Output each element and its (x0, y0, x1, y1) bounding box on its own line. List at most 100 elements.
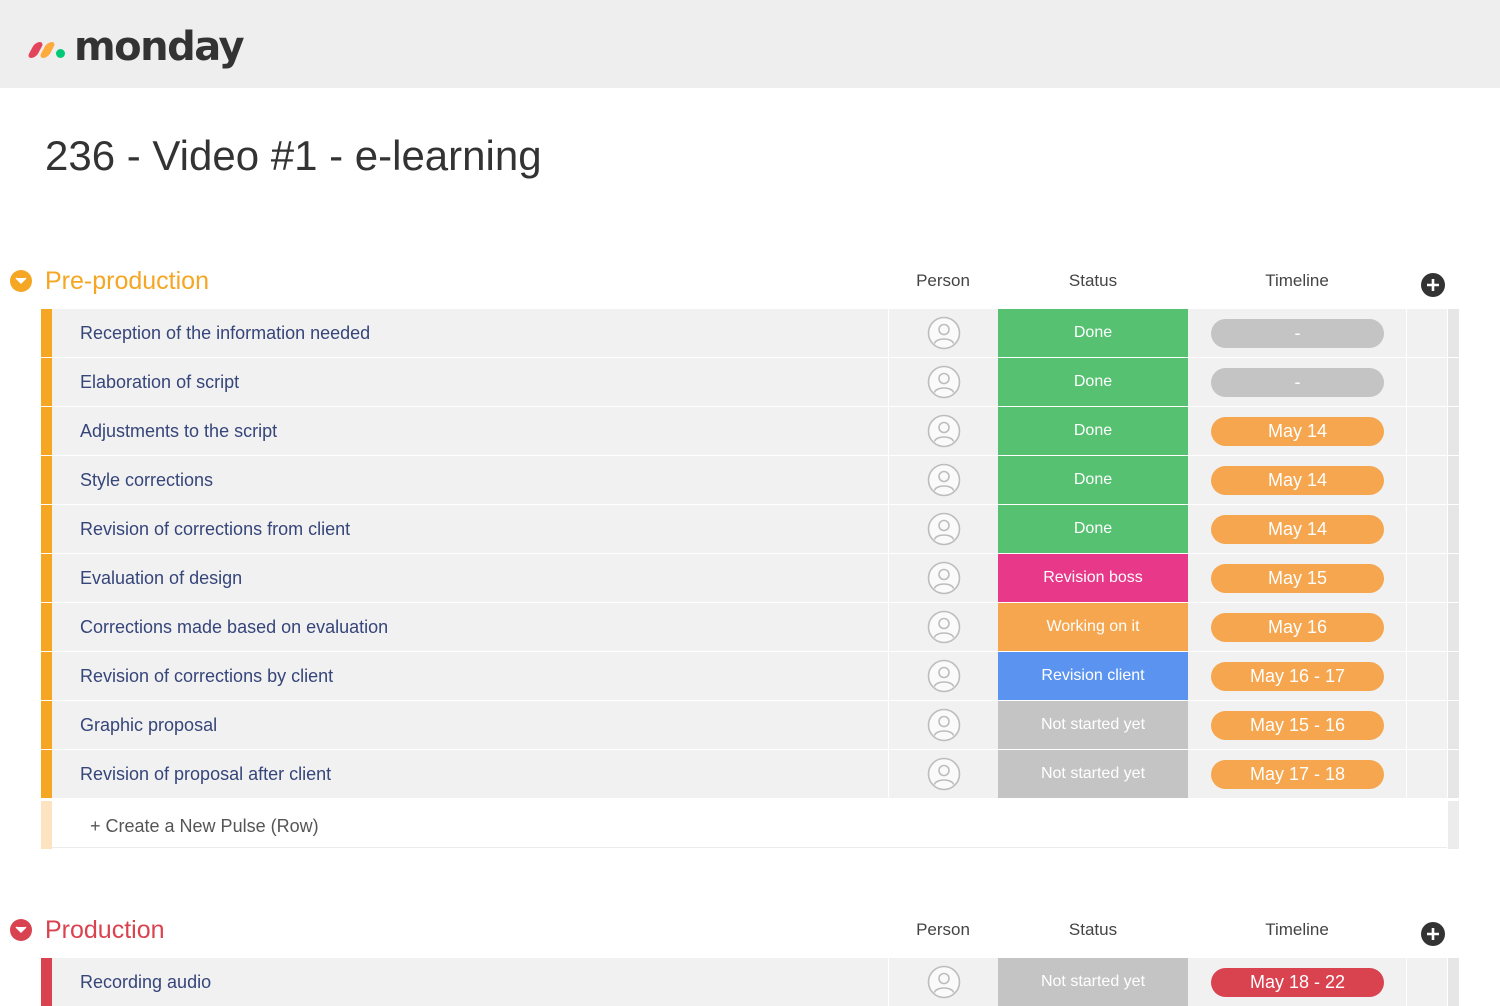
person-cell[interactable] (889, 407, 998, 455)
scrollbar-track[interactable] (1448, 358, 1459, 406)
timeline-pill[interactable]: May 18 - 22 (1211, 968, 1384, 997)
timeline-cell[interactable]: May 17 - 18 (1188, 750, 1406, 798)
timeline-pill[interactable]: May 16 - 17 (1211, 662, 1384, 691)
column-header-person[interactable]: Person (888, 919, 998, 941)
person-cell[interactable] (889, 603, 998, 651)
table-row[interactable]: Graphic proposal Not started yet May 15 - … (41, 701, 1459, 749)
pulse-name-cell[interactable]: Revision of proposal after client (52, 750, 888, 798)
status-label[interactable]: Revision boss (998, 554, 1188, 602)
timeline-cell[interactable]: - (1188, 309, 1406, 357)
pulse-name-cell[interactable]: Adjustments to the script (52, 407, 888, 455)
group-title[interactable]: Pre-production (45, 266, 209, 296)
table-row[interactable]: Evaluation of design Revision boss May 15 (41, 554, 1459, 602)
empty-cell (1407, 750, 1447, 798)
pulse-name-cell[interactable]: Graphic proposal (52, 701, 888, 749)
pulse-name-cell[interactable]: Recording audio (52, 958, 888, 1006)
timeline-cell[interactable]: May 18 - 22 (1188, 958, 1406, 1006)
pulse-name-cell[interactable]: Corrections made based on evaluation (52, 603, 888, 651)
scrollbar-track[interactable] (1448, 554, 1459, 602)
person-cell[interactable] (889, 309, 998, 357)
scrollbar-track[interactable] (1448, 309, 1459, 357)
collapse-group-icon[interactable] (10, 919, 32, 941)
timeline-pill[interactable]: May 14 (1211, 515, 1384, 544)
person-avatar-icon (927, 316, 960, 350)
person-avatar-icon (927, 463, 960, 497)
timeline-cell[interactable]: May 14 (1188, 505, 1406, 553)
person-cell[interactable] (889, 652, 998, 700)
column-header-person[interactable]: Person (888, 270, 998, 292)
pulse-name-cell[interactable]: Revision of corrections by client (52, 652, 888, 700)
column-header-timeline[interactable]: Timeline (1188, 919, 1406, 941)
pulse-name-cell[interactable]: Revision of corrections from client (52, 505, 888, 553)
timeline-cell[interactable]: May 14 (1188, 407, 1406, 455)
create-new-pulse-row[interactable]: + Create a New Pulse (Row) (41, 801, 1459, 849)
status-label[interactable]: Done (998, 505, 1188, 553)
scrollbar-track[interactable] (1448, 603, 1459, 651)
person-cell[interactable] (889, 554, 998, 602)
status-label[interactable]: Not started yet (998, 958, 1188, 1006)
timeline-cell[interactable]: May 16 (1188, 603, 1406, 651)
scrollbar-track[interactable] (1448, 407, 1459, 455)
timeline-pill[interactable]: May 17 - 18 (1211, 760, 1384, 789)
pulse-name-cell[interactable]: Style corrections (52, 456, 888, 504)
person-cell[interactable] (889, 701, 998, 749)
scrollbar-track[interactable] (1448, 505, 1459, 553)
status-label[interactable]: Working on it (998, 603, 1188, 651)
timeline-cell[interactable]: - (1188, 358, 1406, 406)
add-column-icon[interactable] (1421, 273, 1445, 297)
scrollbar-track[interactable] (1448, 456, 1459, 504)
person-cell[interactable] (889, 358, 998, 406)
pulse-name-cell[interactable]: Elaboration of script (52, 358, 888, 406)
timeline-pill[interactable]: - (1211, 319, 1384, 348)
collapse-group-icon[interactable] (10, 270, 32, 292)
table-row[interactable]: Revision of corrections from client Done M… (41, 505, 1459, 553)
status-label[interactable]: Done (998, 358, 1188, 406)
empty-cell (1407, 358, 1447, 406)
column-header-status[interactable]: Status (998, 919, 1188, 941)
status-label[interactable]: Done (998, 407, 1188, 455)
group-color-bar (41, 958, 52, 1006)
pulse-name-cell[interactable]: Reception of the information needed (52, 309, 888, 357)
empty-cell (1407, 309, 1447, 357)
add-column-icon[interactable] (1421, 922, 1445, 946)
table-row[interactable]: Elaboration of script Done - (41, 358, 1459, 406)
timeline-pill[interactable]: May 14 (1211, 417, 1384, 446)
person-cell[interactable] (889, 958, 998, 1006)
table-row[interactable]: Revision of proposal after client Not sta… (41, 750, 1459, 798)
status-label[interactable]: Not started yet (998, 701, 1188, 749)
scrollbar-track[interactable] (1448, 701, 1459, 749)
person-cell[interactable] (889, 750, 998, 798)
status-label[interactable]: Done (998, 309, 1188, 357)
table-row[interactable]: Style corrections Done May 14 (41, 456, 1459, 504)
status-label[interactable]: Not started yet (998, 750, 1188, 798)
person-cell[interactable] (889, 505, 998, 553)
board-title[interactable]: 236 - Video #1 - e-learning (45, 132, 542, 180)
table-row[interactable]: Reception of the information needed Done - (41, 309, 1459, 357)
timeline-pill[interactable]: - (1211, 368, 1384, 397)
table-row[interactable]: Recording audio Not started yet May 18 - 2… (41, 958, 1459, 1006)
table-row[interactable]: Adjustments to the script Done May 14 (41, 407, 1459, 455)
timeline-cell[interactable]: May 15 (1188, 554, 1406, 602)
status-label[interactable]: Done (998, 456, 1188, 504)
column-header-status[interactable]: Status (998, 270, 1188, 292)
scrollbar-track[interactable] (1448, 652, 1459, 700)
scrollbar-track[interactable] (1448, 958, 1459, 1006)
timeline-cell[interactable]: May 14 (1188, 456, 1406, 504)
table-row[interactable]: Corrections made based on evaluation Work… (41, 603, 1459, 651)
timeline-pill[interactable]: May 15 (1211, 564, 1384, 593)
timeline-cell[interactable]: May 15 - 16 (1188, 701, 1406, 749)
pulse-name-cell[interactable]: Evaluation of design (52, 554, 888, 602)
scrollbar-track[interactable] (1448, 750, 1459, 798)
timeline-pill[interactable]: May 16 (1211, 613, 1384, 642)
group-title[interactable]: Production (45, 915, 165, 945)
column-header-timeline[interactable]: Timeline (1188, 270, 1406, 292)
table-row[interactable]: Revision of corrections by client Revisio… (41, 652, 1459, 700)
scrollbar-track[interactable] (1448, 801, 1459, 849)
timeline-pill[interactable]: May 14 (1211, 466, 1384, 495)
pulse-name: Corrections made based on evaluation (80, 617, 389, 637)
timeline-pill[interactable]: May 15 - 16 (1211, 711, 1384, 740)
monday-logo[interactable]: monday (26, 22, 245, 72)
person-cell[interactable] (889, 456, 998, 504)
timeline-cell[interactable]: May 16 - 17 (1188, 652, 1406, 700)
status-label[interactable]: Revision client (998, 652, 1188, 700)
